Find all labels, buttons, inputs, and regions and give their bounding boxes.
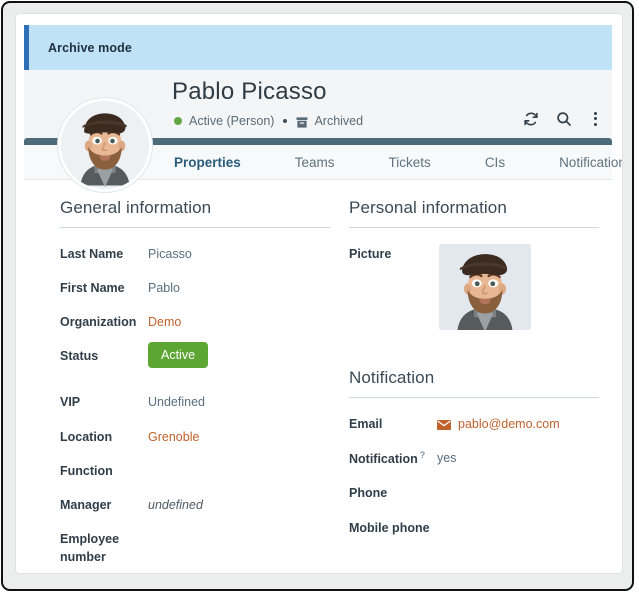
field-value: Pablo [148, 278, 180, 297]
tab-tickets[interactable]: Tickets [389, 155, 455, 170]
field-organization: Organization Demo [60, 312, 330, 331]
separator-dot [283, 119, 287, 123]
kebab-dot [594, 123, 597, 126]
email-link[interactable]: pablo@demo.com [458, 414, 560, 433]
kebab-dot [594, 117, 597, 120]
status-badge[interactable]: Active [148, 342, 208, 368]
field-label: Notification? [349, 448, 437, 468]
field-vip: VIP Undefined [60, 392, 330, 411]
field-label: First Name [60, 278, 148, 297]
section-title-personal: Personal information [349, 198, 599, 228]
field-value: yes [437, 448, 456, 467]
picture-thumbnail[interactable] [439, 244, 531, 330]
field-phone: Phone [349, 483, 599, 502]
field-label: Function [60, 461, 148, 480]
archive-box-icon [296, 117, 308, 128]
field-value: undefined [148, 495, 203, 514]
window-frame: Archive mode Pablo Picasso Active (Perso… [1, 1, 634, 591]
general-information-section: General information Last Name Picasso Fi… [60, 198, 330, 574]
field-value: Undefined [148, 392, 205, 411]
field-picture: Picture [349, 244, 599, 330]
field-label: Mobile phone [349, 518, 437, 537]
field-label: Picture [349, 244, 437, 263]
field-label: Email [349, 414, 437, 433]
field-label: Manager [60, 495, 148, 514]
avatar[interactable] [58, 98, 152, 192]
kebab-dot [594, 112, 597, 115]
tab-teams[interactable]: Teams [295, 155, 359, 170]
status-text: Active (Person) [189, 114, 274, 128]
field-location: Location Grenoble [60, 427, 330, 446]
tab-cis[interactable]: CIs [485, 155, 529, 170]
status-dot-icon [174, 117, 182, 125]
field-function: Function [60, 461, 330, 480]
email-icon [437, 420, 451, 430]
properties-body: General information Last Name Picasso Fi… [24, 180, 612, 566]
archive-mode-label: Archive mode [48, 41, 132, 55]
field-status: Status Active [60, 346, 330, 372]
header-actions [522, 110, 602, 127]
page-title: Pablo Picasso [172, 78, 327, 106]
section-title-notification: Notification [349, 368, 599, 398]
field-label: Organization [60, 312, 148, 331]
tab-notifications[interactable]: Notifications [559, 155, 623, 170]
section-title-general: General information [60, 198, 330, 228]
search-icon[interactable] [555, 110, 572, 127]
field-manager: Manager undefined [60, 495, 330, 514]
field-email: Email pablo@demo.com [349, 414, 599, 433]
help-icon[interactable]: ? [420, 450, 426, 460]
field-mobile-phone: Mobile phone [349, 518, 599, 537]
object-details-card: Archive mode Pablo Picasso Active (Perso… [15, 13, 623, 574]
archive-mode-banner: Archive mode [24, 25, 612, 70]
field-label-text: Notification [349, 452, 418, 466]
location-link[interactable]: Grenoble [148, 427, 199, 446]
refresh-icon[interactable] [522, 110, 539, 127]
field-employee-number: Employee number [60, 529, 330, 566]
field-label: Status [60, 346, 148, 365]
organization-link[interactable]: Demo [148, 312, 181, 331]
field-notification: Notification? yes [349, 448, 599, 468]
field-label: Phone [349, 483, 437, 502]
field-first-name: First Name Pablo [60, 278, 330, 297]
more-vertical-icon[interactable] [588, 112, 602, 126]
tab-properties[interactable]: Properties [174, 155, 265, 170]
field-label: Location [60, 427, 148, 446]
right-column: Personal information Picture [349, 198, 599, 552]
archived-text: Archived [314, 114, 363, 128]
email-value-row: pablo@demo.com [437, 414, 560, 433]
tab-list: Properties Teams Tickets CIs Notificatio… [174, 145, 623, 180]
field-label: Employee number [60, 529, 148, 566]
field-label: VIP [60, 392, 148, 411]
field-label: Last Name [60, 244, 148, 263]
object-subtitle: Active (Person) Archived [174, 114, 363, 128]
field-last-name: Last Name Picasso [60, 244, 330, 263]
field-value: Picasso [148, 244, 192, 263]
